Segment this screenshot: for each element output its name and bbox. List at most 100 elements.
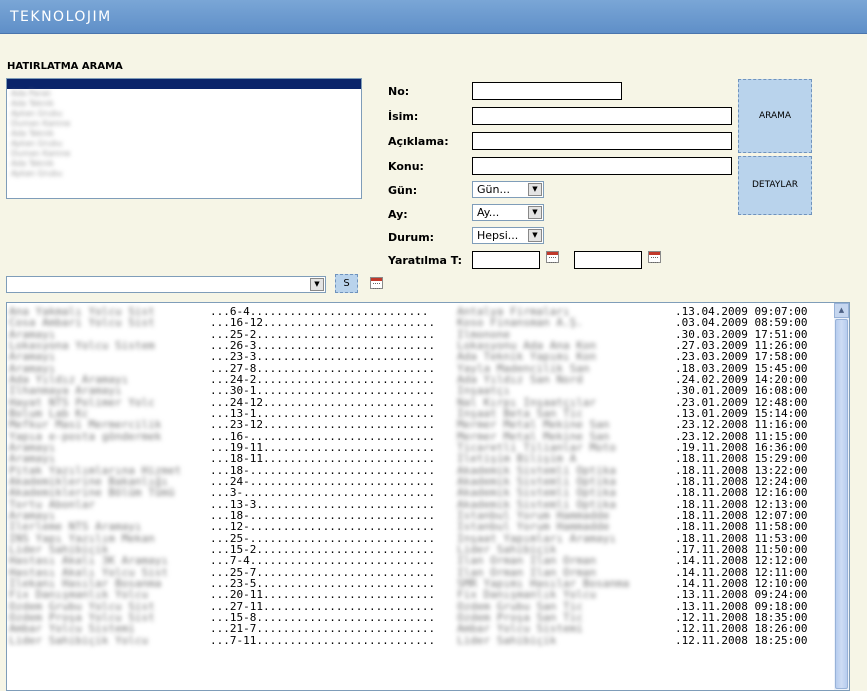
results-list[interactable]: Lider Sahibiçik Yolcu ...7-11............… <box>6 302 850 691</box>
chevron-down-icon[interactable]: ▼ <box>528 183 542 196</box>
row-blur2: İnşaatçı <box>457 385 510 397</box>
row-date: .18.11.2008 11:53:00 <box>675 532 808 544</box>
no-input[interactable] <box>472 82 622 100</box>
row-code: ...27-11.......................... <box>210 600 436 612</box>
table-row[interactable]: Fix Danışmanlık Yolcu ...20-11...........… <box>7 589 837 600</box>
list-item[interactable]: Ada Teknik <box>7 99 361 109</box>
table-row[interactable]: Ambar Yolcu Sistemi ...21-7..............… <box>7 623 837 634</box>
row-blur2: Akademik Sistemli Optika <box>457 464 616 476</box>
table-row[interactable]: Tortu Abonlar ...13-3....................… <box>7 499 837 510</box>
table-row[interactable]: Özdem Grubu Yolcu Sist ...27-11..........… <box>7 601 837 612</box>
aciklama-input[interactable] <box>472 132 732 150</box>
table-row[interactable]: Aramayı ...23-3..........................… <box>7 351 837 362</box>
row-blur2: İnşaat Beta San Tic <box>457 407 583 419</box>
row-date: .12.11.2008 18:25:00 <box>675 634 808 646</box>
row-blur2: İstanbul Yorum Hammadde <box>457 521 610 533</box>
list-item[interactable] <box>7 79 361 89</box>
table-row[interactable]: Lider Sahibiçik Yolcu ...7-11............… <box>7 635 837 646</box>
row-blur1: Aramayı <box>9 362 56 374</box>
isim-label: İsim: <box>388 110 419 123</box>
table-row[interactable]: Lokasyona Yolcu Sistem ...26-3...........… <box>7 340 837 351</box>
row-date: .14.11.2008 12:12:00 <box>675 555 808 567</box>
calendar-icon[interactable] <box>370 277 383 289</box>
table-row[interactable]: Hastası Akalı 3K Aramayı ...7-4..........… <box>7 555 837 566</box>
table-row[interactable]: Mefkur Masi Mermercilik ...23-12.........… <box>7 419 837 430</box>
date-to-input[interactable] <box>574 251 642 269</box>
list-item[interactable]: Aykan Grubu <box>7 139 361 149</box>
table-row[interactable]: Ilekanı Hasılar Bosanma ...23-5..........… <box>7 578 837 589</box>
row-blur1: Ilekanı Hasılar Bosanma <box>9 577 162 589</box>
row-date: .14.11.2008 12:10:00 <box>675 577 808 589</box>
row-blur1: Aramayı <box>9 351 56 363</box>
row-code: ...6-4........................... <box>210 306 429 317</box>
date-from-input[interactable] <box>472 251 540 269</box>
row-date: .23.01.2009 12:48:00 <box>675 396 808 408</box>
row-code: ...15-8........................... <box>210 611 436 623</box>
list-item[interactable]: Ada Teknik <box>7 159 361 169</box>
table-row[interactable]: Akademiklerine Bölüm Tümü ...3-..........… <box>7 487 837 498</box>
table-row[interactable]: Lider Sahibiçik ...15-2..................… <box>7 544 837 555</box>
table-row[interactable]: İNS Yapı Yazılım Mekan ...25-............… <box>7 533 837 544</box>
table-row[interactable]: Yapıa e-posta göndermek ...16-...........… <box>7 431 837 442</box>
row-blur2: Mermer Metal Mekine San <box>457 430 610 442</box>
konu-input[interactable] <box>472 157 732 175</box>
table-row[interactable]: Aramayı ...18-...........................… <box>7 510 837 521</box>
row-blur2: Özdem Proşa San Tic <box>457 611 583 623</box>
ay-label: Ay: <box>388 208 408 221</box>
isim-input[interactable] <box>472 107 732 125</box>
list-item[interactable]: Aykan Grubu <box>7 109 361 119</box>
table-row[interactable]: Aramayı ...25-2..........................… <box>7 329 837 340</box>
arama-button[interactable]: ARAMA <box>738 79 812 153</box>
list-item[interactable]: Duman Kamne <box>7 119 361 129</box>
company-listbox[interactable]: Ada Paralı Ada Teknik Aykan Grubu Duman Kam… <box>6 78 362 199</box>
scrollbar-thumb[interactable] <box>835 319 848 689</box>
table-row[interactable]: Bolum Lab Kc ...13-1.....................… <box>7 408 837 419</box>
chevron-down-icon[interactable]: ▼ <box>310 278 324 291</box>
table-row[interactable]: Akademiklerine Bakanlığı ...24-..........… <box>7 476 837 487</box>
table-row[interactable]: Cosa Ambari Yolcu Sist ...16-12..........… <box>7 317 837 328</box>
row-blur1: Özdem Grubu Yolcu Sist <box>9 600 155 612</box>
list-item[interactable]: Duman Kamne <box>7 149 361 159</box>
list-item[interactable]: Ada Paralı <box>7 89 361 99</box>
row-blur1: Bolum Lab Kc <box>9 407 89 419</box>
table-row[interactable]: Ada Yıldız Aramayı ...24-2...............… <box>7 374 837 385</box>
row-date: .18.11.2008 12:07:00 <box>675 509 808 521</box>
detaylar-button[interactable]: DETAYLAR <box>738 156 812 215</box>
chevron-down-icon[interactable]: ▼ <box>528 229 542 242</box>
calendar-icon[interactable] <box>648 251 661 263</box>
table-row[interactable]: İlhanmaya Aramayı ...30-1................… <box>7 385 837 396</box>
gun-select[interactable]: Gün... ▼ <box>472 181 544 198</box>
table-row[interactable]: Ilerleme NTS Aramayı ...12-..............… <box>7 521 837 532</box>
scrollbar[interactable]: ▲ <box>834 303 849 690</box>
row-blur1: Tortu Abonlar <box>9 498 96 510</box>
chevron-down-icon[interactable]: ▼ <box>528 206 542 219</box>
table-row[interactable]: Ana Yakmalı Yolcu Sist ...6-4............… <box>7 306 837 317</box>
table-row[interactable]: Pitak Yazılımlarına Hizmet ...18-........… <box>7 465 837 476</box>
row-code: ...25-7........................... <box>210 566 436 578</box>
ay-select[interactable]: Ay... ▼ <box>472 204 544 221</box>
row-code: ...21-7........................... <box>210 623 436 635</box>
section-title: HATIRLATMA ARAMA <box>7 61 123 72</box>
table-row[interactable]: Aramayı ...18-11.........................… <box>7 453 837 464</box>
row-date: .30.03.2009 17:51:00 <box>675 328 808 340</box>
table-row[interactable]: Hastası Akalı Yolcu Sist ...25-7.........… <box>7 567 837 578</box>
row-code: ...20-11.......................... <box>210 589 436 601</box>
durum-select[interactable]: Hepsi... ▼ <box>472 227 544 244</box>
scroll-up-icon[interactable]: ▲ <box>834 303 849 318</box>
table-row[interactable]: Hayat NTS Polimer Yolc ...24-12..........… <box>7 397 837 408</box>
row-blur1: Hayat NTS Polimer Yolc <box>9 396 155 408</box>
row-blur1: Mefkur Masi Mermercilik <box>9 419 162 431</box>
row-date: .23.12.2008 11:16:00 <box>675 419 808 431</box>
table-row[interactable]: Aramayı ...27-8..........................… <box>7 363 837 374</box>
table-row[interactable]: Özdem Proşa Yolcu Sist ...15-8...........… <box>7 612 837 623</box>
row-blur2: İstanbul Yorum Hammadde <box>457 509 610 521</box>
row-date: .13.11.2008 09:24:00 <box>675 589 808 601</box>
list-item[interactable]: Aykan Grubu <box>7 169 361 179</box>
calendar-icon[interactable] <box>546 251 559 263</box>
s-button[interactable]: S <box>335 274 358 293</box>
row-blur2: Fix Danışmanlık Yolcu <box>457 589 597 601</box>
filter-select[interactable]: ▼ <box>6 276 326 293</box>
row-blur2: Antalya Firmaları <box>457 306 570 317</box>
table-row[interactable]: Aramayı ...19-11.........................… <box>7 442 837 453</box>
list-item[interactable]: Ada Teknik <box>7 129 361 139</box>
